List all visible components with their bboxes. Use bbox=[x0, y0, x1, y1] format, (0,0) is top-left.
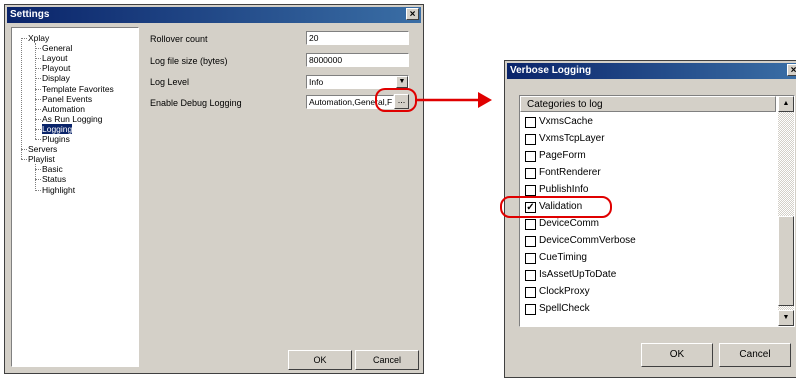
tree-item-template-favorites[interactable]: Template Favorites bbox=[42, 84, 114, 94]
scroll-up-button[interactable]: ▲ bbox=[778, 96, 794, 112]
settings-ok-button[interactable]: OK bbox=[288, 350, 352, 370]
category-label-publishinfo[interactable]: PublishInfo bbox=[539, 184, 588, 195]
category-label-cuetiming[interactable]: CueTiming bbox=[539, 252, 587, 263]
tree-item-general[interactable]: General bbox=[42, 43, 72, 53]
tree-connector bbox=[21, 159, 27, 161]
category-label-pageform[interactable]: PageForm bbox=[539, 150, 586, 161]
category-label-clockproxy[interactable]: ClockProxy bbox=[539, 286, 590, 297]
checkbox-vxmstcplayer[interactable] bbox=[525, 134, 536, 145]
verbose-cancel-button[interactable]: Cancel bbox=[719, 343, 791, 367]
tree-item-basic[interactable]: Basic bbox=[42, 164, 63, 174]
rollover-label: Rollover count bbox=[150, 34, 208, 44]
tree-connector bbox=[35, 139, 41, 140]
checkbox-pageform[interactable] bbox=[525, 151, 536, 162]
settings-cancel-button[interactable]: Cancel bbox=[355, 350, 419, 370]
category-label-vxmstcplayer[interactable]: VxmsTcpLayer bbox=[539, 133, 605, 144]
scroll-thumb[interactable] bbox=[778, 216, 794, 306]
tree-guide bbox=[21, 38, 22, 160]
loglevel-select[interactable]: Info ▼ bbox=[306, 75, 409, 89]
checkbox-cuetiming[interactable] bbox=[525, 253, 536, 264]
tree-item-display[interactable]: Display bbox=[42, 73, 70, 83]
tree-item-as-run-logging[interactable]: As Run Logging bbox=[42, 114, 103, 124]
vertical-scrollbar[interactable]: ▲ ▼ bbox=[778, 96, 794, 326]
tree-item-xplay[interactable]: Xplay bbox=[28, 33, 49, 43]
tree-item-logging[interactable]: Logging bbox=[42, 123, 73, 134]
tree-guide bbox=[35, 164, 36, 190]
tree-connector bbox=[35, 189, 41, 191]
tree-item-servers[interactable]: Servers bbox=[28, 144, 57, 154]
settings-titlebar[interactable]: Settings × bbox=[7, 7, 421, 23]
checkbox-clockproxy[interactable] bbox=[525, 287, 536, 298]
category-label-devicecommverbose[interactable]: DeviceCommVerbose bbox=[539, 235, 636, 246]
annotation-arrow bbox=[416, 92, 492, 108]
tree-item-highlight[interactable]: Highlight bbox=[42, 185, 75, 195]
checkbox-isassetuptodate[interactable] bbox=[525, 270, 536, 281]
annotation-circle-ellipsis bbox=[375, 88, 417, 112]
chevron-down-icon[interactable]: ▼ bbox=[396, 76, 408, 88]
filesize-input[interactable]: 8000000 bbox=[306, 53, 409, 67]
tree-guide bbox=[35, 43, 36, 139]
checkbox-publishinfo[interactable] bbox=[525, 185, 536, 196]
tree-item-playout[interactable]: Playout bbox=[42, 63, 70, 73]
checkbox-fontrenderer[interactable] bbox=[525, 168, 536, 179]
checkbox-devicecomm[interactable] bbox=[525, 219, 536, 230]
settings-window: Settings × Xplay General Layout Playout Disp… bbox=[4, 4, 424, 374]
verbose-title: Verbose Logging bbox=[510, 65, 592, 76]
category-label-isassetuptodate[interactable]: IsAssetUpToDate bbox=[539, 269, 616, 280]
tree-item-status[interactable]: Status bbox=[42, 174, 66, 184]
checkbox-spellcheck[interactable] bbox=[525, 304, 536, 315]
category-label-devicecomm[interactable]: DeviceComm bbox=[539, 218, 599, 229]
categories-header-label: Categories to log bbox=[527, 99, 603, 110]
loglevel-label: Log Level bbox=[150, 77, 190, 87]
verbose-window: Verbose Logging × Categories to log ▲ ▼ … bbox=[504, 60, 796, 378]
tree-item-automation[interactable]: Automation bbox=[42, 104, 85, 114]
rollover-input[interactable]: 20 bbox=[306, 31, 409, 45]
settings-tree[interactable]: Xplay General Layout Playout Display Template… bbox=[11, 27, 139, 367]
scroll-down-button[interactable]: ▼ bbox=[778, 310, 794, 326]
close-icon[interactable]: × bbox=[406, 8, 419, 20]
category-label-fontrenderer[interactable]: FontRenderer bbox=[539, 167, 601, 178]
categories-header: Categories to log bbox=[520, 96, 776, 112]
checkbox-devicecommverbose[interactable] bbox=[525, 236, 536, 247]
category-label-spellcheck[interactable]: SpellCheck bbox=[539, 303, 590, 314]
annotation-circle-validation bbox=[500, 196, 612, 218]
close-icon[interactable]: × bbox=[787, 64, 796, 76]
debug-label: Enable Debug Logging bbox=[150, 98, 242, 108]
filesize-label: Log file size (bytes) bbox=[150, 56, 228, 66]
loglevel-value: Info bbox=[309, 77, 324, 87]
tree-item-plugins[interactable]: Plugins bbox=[42, 134, 70, 144]
verbose-ok-button[interactable]: OK bbox=[641, 343, 713, 367]
settings-title: Settings bbox=[10, 9, 50, 20]
tree-item-layout[interactable]: Layout bbox=[42, 53, 68, 63]
checkbox-vxmscache[interactable] bbox=[525, 117, 536, 128]
tree-item-panel-events[interactable]: Panel Events bbox=[42, 94, 92, 104]
tree-item-playlist[interactable]: Playlist bbox=[28, 154, 55, 164]
category-label-vxmscache[interactable]: VxmsCache bbox=[539, 116, 593, 127]
verbose-titlebar[interactable]: Verbose Logging × bbox=[507, 63, 796, 79]
